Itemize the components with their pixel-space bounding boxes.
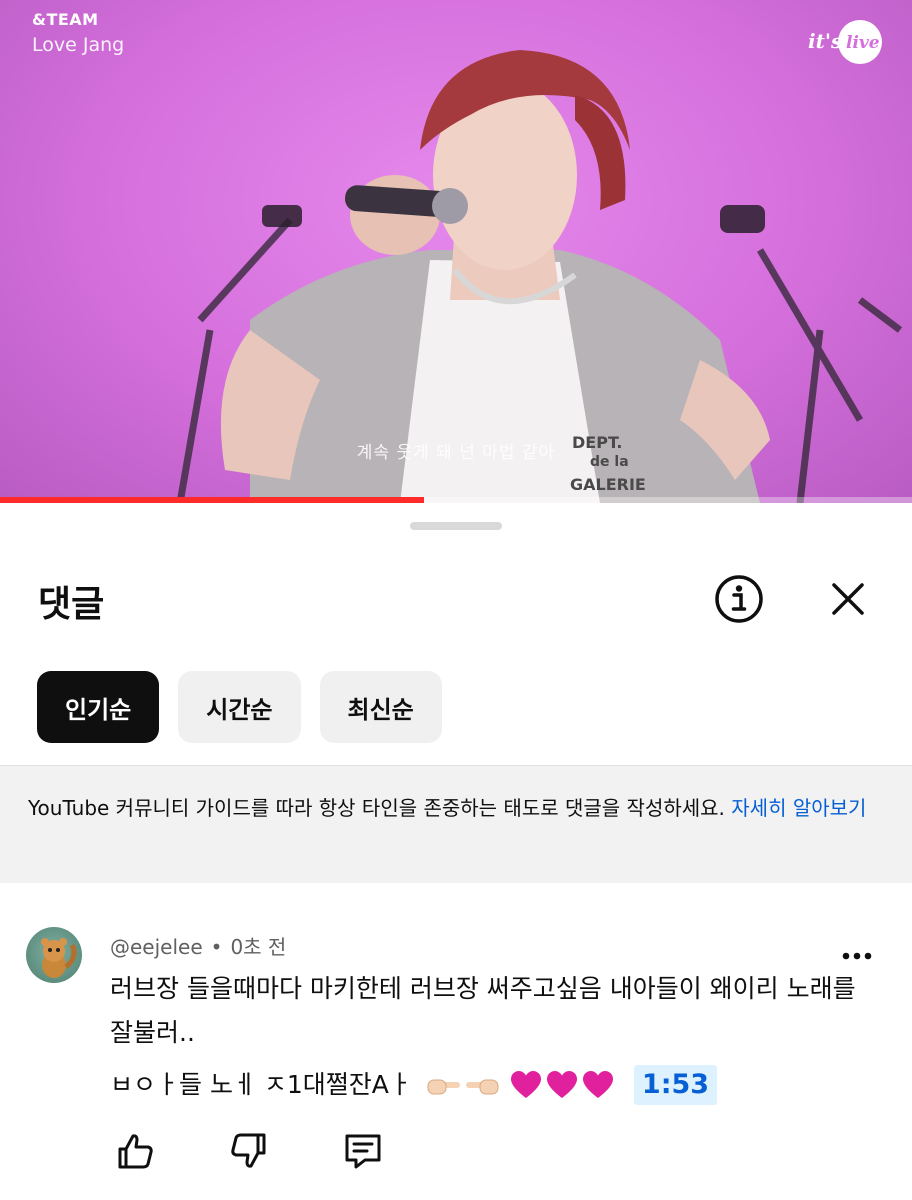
comment-body: 러브장 들을때마다 마키한테 러브장 써주고싶음 내아들이 왜이리 노래를 잘불… (110, 967, 870, 1107)
pointing-hand-left-icon (465, 1079, 499, 1095)
video-song-title: Love Jang (32, 34, 125, 56)
its-live-logo: it's live (808, 20, 882, 64)
heart-icon (510, 1071, 541, 1098)
like-icon[interactable] (104, 1127, 166, 1175)
emoji-group-hands (426, 1070, 500, 1100)
community-guideline-banner: YouTube 커뮤니티 가이드를 따라 항상 타인을 존중하는 태도로 댓글을… (0, 765, 912, 883)
comment-time: 0초 전 (230, 935, 287, 959)
svg-text:it's: it's (808, 29, 842, 53)
sort-chip-popular[interactable]: 인기순 (37, 671, 160, 743)
svg-text:GALERIE: GALERIE (570, 475, 646, 494)
heart-icon (582, 1071, 613, 1098)
heart-icon (546, 1071, 577, 1098)
comments-sheet: 댓글 인기순 시간순 최신순 YouTube 커뮤니티 가이드를 따라 항상 타… (0, 503, 912, 1200)
video-frame: DEPT. de la GALERIE (176, 50, 903, 503)
comment-line-emoji: ㅂㅇㅏ들 노ㅔ ㅈ1대쩔잔Aㅏ 1:53 (110, 1063, 870, 1107)
emoji-group-hearts (510, 1070, 614, 1100)
avatar[interactable] (26, 927, 82, 983)
dislike-icon[interactable] (218, 1127, 280, 1175)
sort-chips: 인기순 시간순 최신순 (37, 671, 442, 743)
learn-more-link[interactable]: 자세히 알아보기 (731, 796, 866, 820)
comment-line-text: ㅂㅇㅏ들 노ㅔ ㅈ1대쩔잔Aㅏ (110, 1070, 412, 1099)
sheet-drag-handle[interactable] (410, 522, 502, 530)
video-artist: &TEAM (32, 10, 99, 29)
comment-meta: @eejelee • 0초 전 (110, 931, 286, 960)
reply-icon[interactable] (332, 1127, 394, 1175)
info-icon[interactable] (711, 571, 767, 627)
comment-line: 러브장 들을때마다 마키한테 러브장 써주고싶음 내아들이 왜이리 노래를 잘불… (110, 974, 856, 1047)
close-icon[interactable] (820, 571, 876, 627)
meta-separator: • (210, 935, 223, 959)
pointing-hand-right-icon (427, 1079, 460, 1095)
video-subtitle: 계속 웃게 돼 넌 마법 같아 (356, 443, 556, 463)
comment-actions (104, 1127, 394, 1175)
svg-text:live: live (846, 33, 880, 53)
guideline-text: YouTube 커뮤니티 가이드를 따라 항상 타인을 존중하는 태도로 댓글을… (28, 796, 732, 820)
video-player[interactable]: DEPT. de la GALERIE &TEAM Love Jang it's… (0, 0, 912, 503)
comment-author[interactable]: @eejelee (110, 935, 203, 959)
timestamp-link[interactable]: 1:53 (633, 1065, 718, 1105)
sheet-title: 댓글 (38, 584, 105, 625)
sort-chip-newest[interactable]: 최신순 (319, 671, 442, 743)
sort-chip-timed[interactable]: 시간순 (178, 671, 301, 743)
